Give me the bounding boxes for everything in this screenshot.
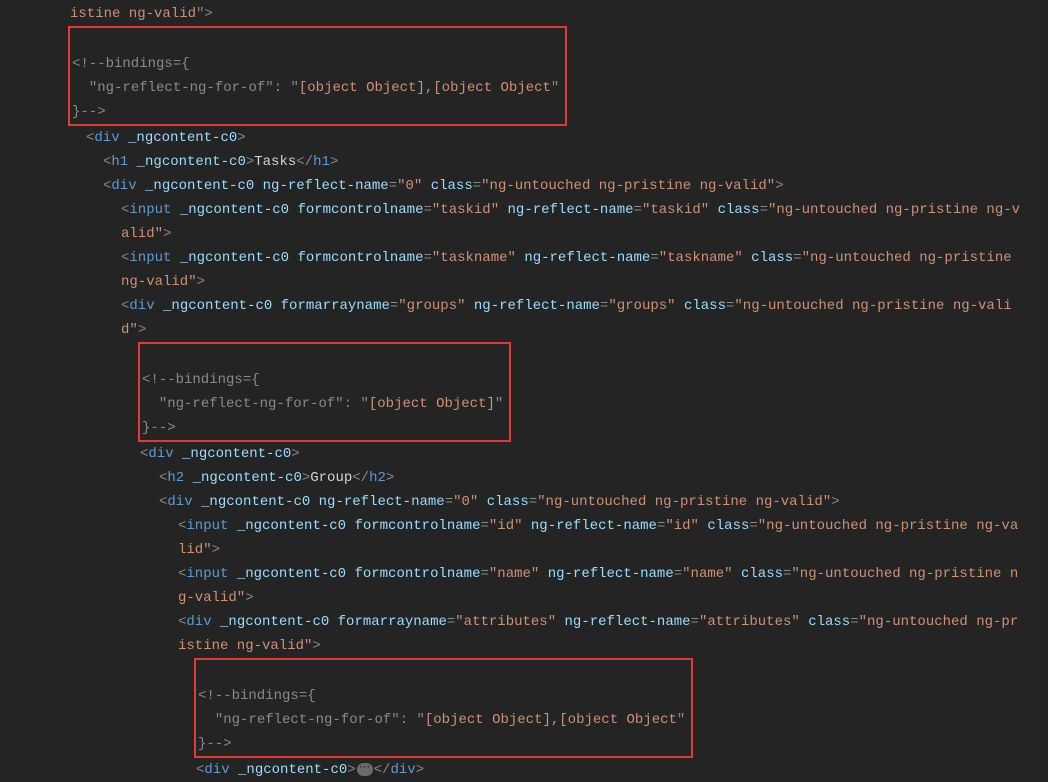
element-input[interactable]: <input _ngcontent-c0 formcontrolname="na… xyxy=(0,562,1048,610)
element-input[interactable]: <input _ngcontent-c0 formcontrolname="id… xyxy=(0,514,1048,562)
element-input[interactable]: <input _ngcontent-c0 formcontrolname="ta… xyxy=(0,198,1048,246)
highlighted-comment[interactable]: <!--bindings={ "ng-reflect-ng-for-of": "… xyxy=(0,342,1048,442)
dom-tree: istine ng-valid"> <!--bindings={ "ng-ref… xyxy=(0,0,1048,782)
element-h1[interactable]: <h1 _ngcontent-c0>Tasks</h1> xyxy=(0,150,1048,174)
highlighted-comment[interactable]: <!--bindings={ "ng-reflect-ng-for-of": "… xyxy=(0,658,1048,758)
element-h2[interactable]: <h2 _ngcontent-c0>Group</h2> xyxy=(0,466,1048,490)
code-line[interactable]: istine ng-valid"> xyxy=(0,2,1048,26)
element-div[interactable]: <div _ngcontent-c0> xyxy=(0,126,1048,150)
element-input[interactable]: <input _ngcontent-c0 formcontrolname="ta… xyxy=(0,246,1048,294)
element-div[interactable]: <div _ngcontent-c0> xyxy=(0,442,1048,466)
highlighted-comment[interactable]: <!--bindings={ "ng-reflect-ng-for-of": "… xyxy=(0,26,1048,126)
element-div[interactable]: <div _ngcontent-c0 ng-reflect-name="0" c… xyxy=(0,490,1048,514)
element-div[interactable]: <div _ngcontent-c0 formarrayname="groups… xyxy=(0,294,1048,342)
element-div[interactable]: <div _ngcontent-c0 formarrayname="attrib… xyxy=(0,610,1048,658)
element-div-collapsed[interactable]: <div _ngcontent-c0>⋯</div> xyxy=(0,758,1048,782)
element-div[interactable]: <div _ngcontent-c0 ng-reflect-name="0" c… xyxy=(0,174,1048,198)
ellipsis-icon[interactable]: ⋯ xyxy=(357,763,373,776)
